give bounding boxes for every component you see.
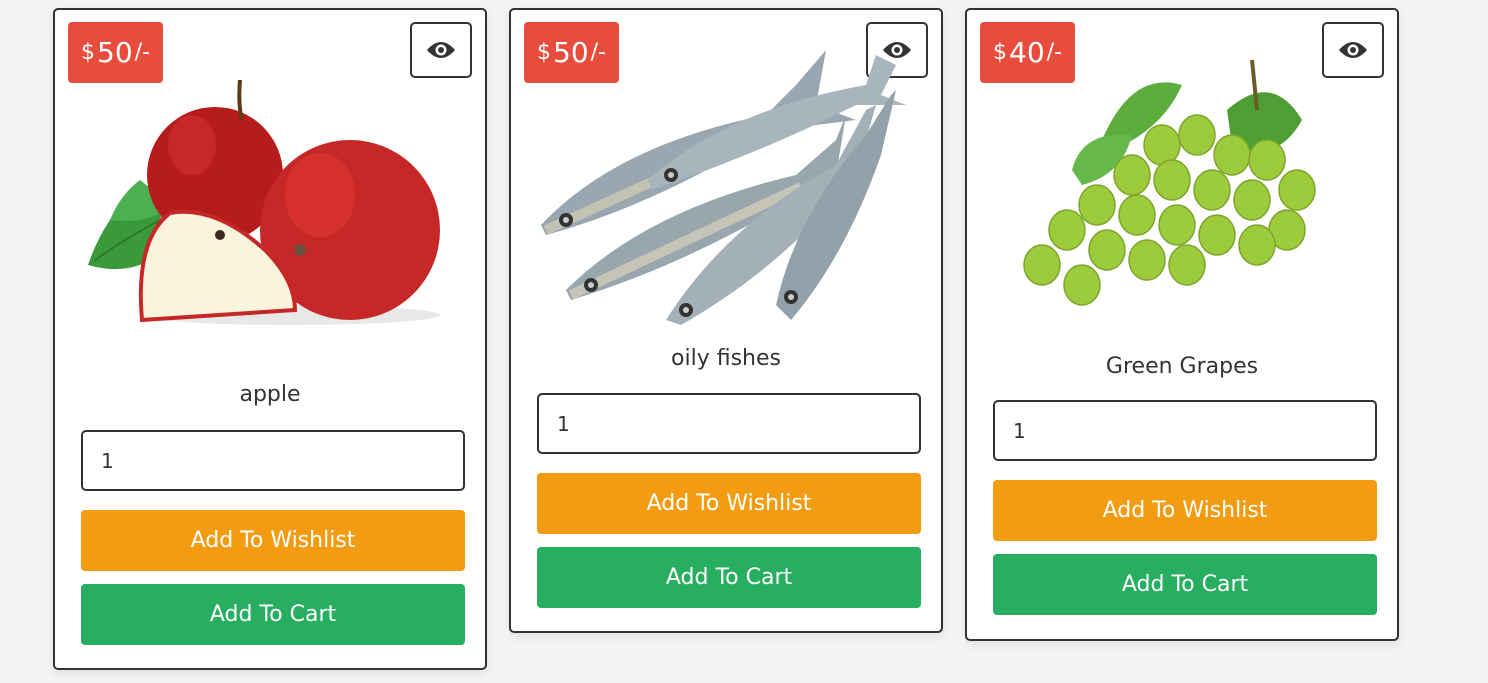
add-to-cart-button[interactable]: Add To Cart	[81, 584, 465, 645]
price-suffix: /-	[134, 40, 150, 65]
quantity-input[interactable]	[537, 393, 921, 454]
eye-icon	[427, 42, 455, 58]
product-image-grapes	[1023, 59, 1316, 306]
add-to-wishlist-button[interactable]: Add To Wishlist	[993, 480, 1377, 541]
product-card: $50/- apple Add To Wishlist Add To Cart	[53, 8, 487, 670]
add-to-wishlist-button[interactable]: Add To Wishlist	[537, 473, 921, 534]
product-image-fish	[541, 50, 906, 325]
product-image-apple	[88, 79, 440, 325]
product-name: apple	[239, 382, 301, 407]
add-to-cart-button[interactable]: Add To Cart	[993, 554, 1377, 615]
price-currency: $	[993, 40, 1007, 65]
product-name: Green Grapes	[1105, 354, 1259, 379]
price-currency: $	[81, 40, 95, 65]
add-to-wishlist-button[interactable]: Add To Wishlist	[81, 510, 465, 571]
product-card: $40/- Green Grapes 1 Add To Wishlist Add…	[965, 8, 1399, 641]
product-card: $50/- oily fishes 1 Add To Wishlist Add …	[509, 8, 943, 633]
add-to-cart-button[interactable]: Add To Cart	[537, 547, 921, 608]
quantity-input[interactable]	[993, 400, 1377, 461]
product-name: oily fishes	[671, 346, 781, 371]
quantity-input[interactable]	[81, 430, 465, 491]
